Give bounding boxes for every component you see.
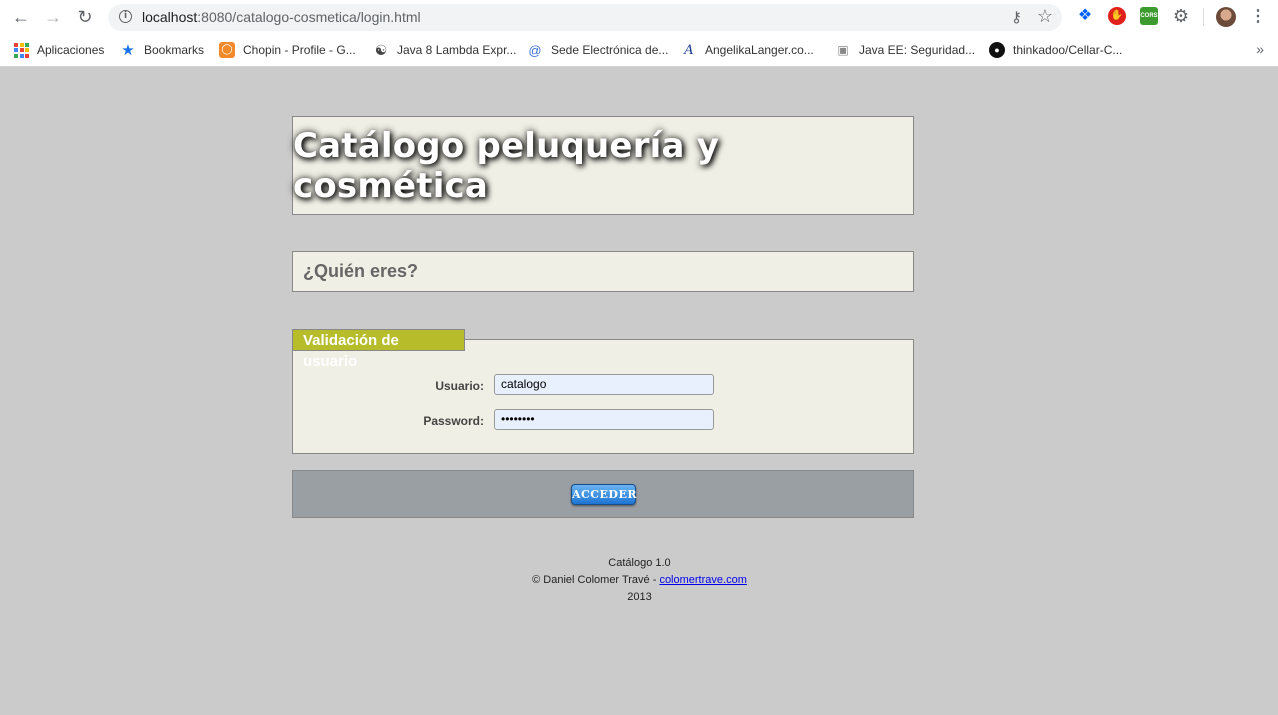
star-icon: ★ (121, 41, 135, 59)
page-subtitle: ¿Quién eres? (303, 261, 419, 281)
bookmark-label: AngelikaLanger.co... (705, 43, 814, 57)
bookmark-angelikalanger[interactable]: A AngelikaLanger.co... (681, 41, 814, 59)
address-bar[interactable]: i localhost:8080/catalogo-cosmetica/logi… (108, 4, 1062, 31)
key-icon[interactable]: ⚷ (1011, 8, 1022, 26)
url-text[interactable]: localhost:8080/catalogo-cosmetica/login.… (142, 9, 421, 25)
password-label: Password: (423, 414, 484, 428)
gear-icon[interactable]: ⚙ (1172, 7, 1190, 25)
author-link[interactable]: colomertrave.com (659, 574, 746, 586)
bookmark-star-icon[interactable]: ☆ (1037, 6, 1053, 27)
forward-arrow-icon[interactable]: → (41, 5, 65, 29)
username-label: Usuario: (435, 379, 484, 393)
url-path: :8080/catalogo-cosmetica/login.html (197, 9, 421, 25)
bookmark-thinkadoo[interactable]: ● thinkadoo/Cellar-C... (989, 41, 1122, 59)
login-fieldset: Usuario: catalogo Password: •••••••• (292, 339, 914, 454)
camera-icon: ▣ (837, 43, 849, 57)
footer-author: © Daniel Colomer Travé - (532, 574, 660, 586)
info-icon[interactable]: i (119, 10, 132, 23)
kebab-menu-icon[interactable]: ⋮ (1250, 6, 1266, 26)
button-bar: ACCEDER (292, 470, 914, 518)
page-footer: Catálogo 1.0 © Daniel Colomer Travé - co… (292, 555, 987, 606)
bookmark-label: Aplicaciones (37, 43, 105, 57)
url-host: localhost (142, 9, 198, 25)
footer-version: Catálogo 1.0 (608, 557, 671, 569)
footer-credits: © Daniel Colomer Travé - colomertrave.co… (292, 572, 987, 589)
bookmark-label: thinkadoo/Cellar-C... (1013, 43, 1123, 57)
browser-toolbar: ← → ↻ i localhost:8080/catalogo-cosmetic… (0, 0, 1278, 34)
username-field[interactable]: catalogo (494, 374, 714, 395)
adblock-icon[interactable]: ✋ (1108, 7, 1126, 25)
chevron-double-right-icon[interactable]: » (1256, 41, 1264, 57)
bookmark-label: Chopin - Profile - G... (243, 43, 356, 57)
apps-grid-icon (14, 42, 29, 58)
page-title: Catálogo peluquería y cosmética (293, 125, 720, 206)
bookmark-label: Bookmarks (144, 43, 205, 57)
bookmark-java8-lambda[interactable]: ☯ Java 8 Lambda Expr... (373, 41, 517, 59)
bookmark-label: Java EE: Seguridad... (859, 43, 976, 57)
subtitle-panel: ¿Quién eres? (292, 251, 914, 292)
footer-year: 2013 (627, 591, 652, 603)
bookmark-javaee-seguridad[interactable]: ▣ Java EE: Seguridad... (835, 41, 975, 59)
bookmark-aplicaciones[interactable]: Aplicaciones (14, 41, 104, 59)
bookmark-bookmarks[interactable]: ★ Bookmarks (120, 41, 204, 59)
avatar[interactable] (1216, 7, 1236, 27)
dropbox-icon[interactable]: ❖ (1076, 7, 1094, 25)
bookmark-chopin[interactable]: ◯ Chopin - Profile - G... (219, 41, 356, 59)
cors-icon[interactable]: CORS (1140, 7, 1158, 25)
at-icon: @ (528, 42, 542, 58)
chopin-icon: ◯ (219, 42, 235, 58)
toolbar-separator (1203, 8, 1204, 26)
fieldset-legend: Validación de usuario (292, 329, 465, 370)
github-icon: ● (989, 42, 1005, 58)
angelika-icon: A (684, 42, 694, 58)
acceder-button[interactable]: ACCEDER (571, 484, 637, 505)
back-arrow-icon[interactable]: ← (9, 5, 33, 29)
page-header: Catálogo peluquería y cosmética (292, 116, 914, 215)
bookmark-label: Sede Electrónica de... (551, 43, 669, 57)
reload-icon[interactable]: ↻ (73, 5, 97, 29)
bookmarks-bar: Aplicaciones ★ Bookmarks ◯ Chopin - Prof… (0, 34, 1278, 67)
password-field[interactable]: •••••••• (494, 409, 714, 430)
bookmark-label: Java 8 Lambda Expr... (397, 43, 517, 57)
bookmark-sede-electronica[interactable]: @ Sede Electrónica de... (527, 41, 668, 59)
globe-icon: ☯ (374, 42, 388, 58)
